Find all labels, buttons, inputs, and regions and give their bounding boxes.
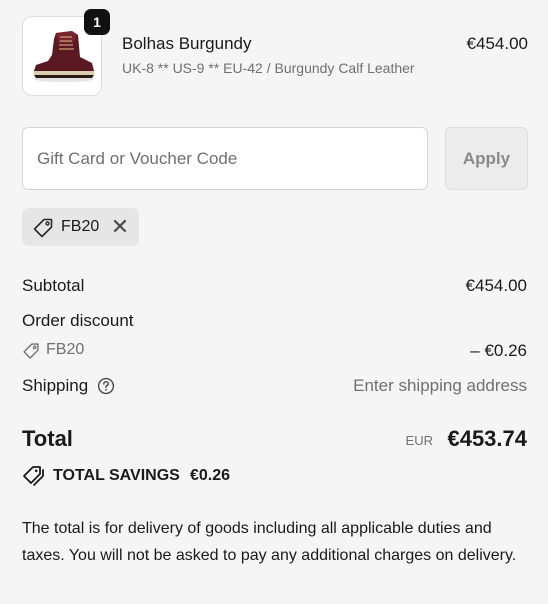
boot-image-icon bbox=[34, 31, 94, 82]
discount-code-label: FB20 bbox=[46, 341, 85, 358]
total-savings-amount: €0.26 bbox=[190, 467, 231, 484]
discount-value: – €0.26 bbox=[470, 341, 527, 360]
order-discount-label: Order discount bbox=[22, 311, 134, 330]
help-question-icon[interactable] bbox=[97, 377, 115, 395]
subtotal-label: Subtotal bbox=[22, 276, 85, 295]
total-currency: EUR bbox=[405, 433, 433, 448]
quantity-badge: 1 bbox=[84, 9, 110, 35]
total-savings-label: TOTAL SAVINGS bbox=[53, 467, 180, 484]
remove-discount-close-icon[interactable]: ✕ bbox=[106, 213, 134, 241]
tag-icon bbox=[33, 218, 53, 238]
applied-discount-chip: FB20 ✕ bbox=[22, 208, 139, 246]
product-price: €454.00 bbox=[466, 34, 528, 53]
apply-button[interactable]: Apply bbox=[445, 127, 528, 190]
subtotal-value: €454.00 bbox=[465, 276, 527, 295]
shipping-label: Shipping bbox=[22, 376, 89, 395]
tag-icon bbox=[23, 343, 39, 359]
product-variant: UK-8 ** US-9 ** EU-42 / Burgundy Calf Le… bbox=[122, 60, 415, 76]
shipping-value: Enter shipping address bbox=[353, 376, 527, 395]
total-amount: €453.74 bbox=[447, 426, 527, 451]
tags-icon bbox=[23, 466, 44, 486]
applied-code-label: FB20 bbox=[61, 218, 100, 235]
product-name: Bolhas Burgundy bbox=[122, 34, 252, 53]
voucher-code-input[interactable] bbox=[22, 127, 428, 190]
line-item: 1 Bolhas Burgundy UK-8 ** US-9 ** EU-42 … bbox=[22, 9, 528, 96]
duties-note: The total is for delivery of goods inclu… bbox=[22, 520, 517, 564]
total-label: Total bbox=[22, 426, 73, 451]
